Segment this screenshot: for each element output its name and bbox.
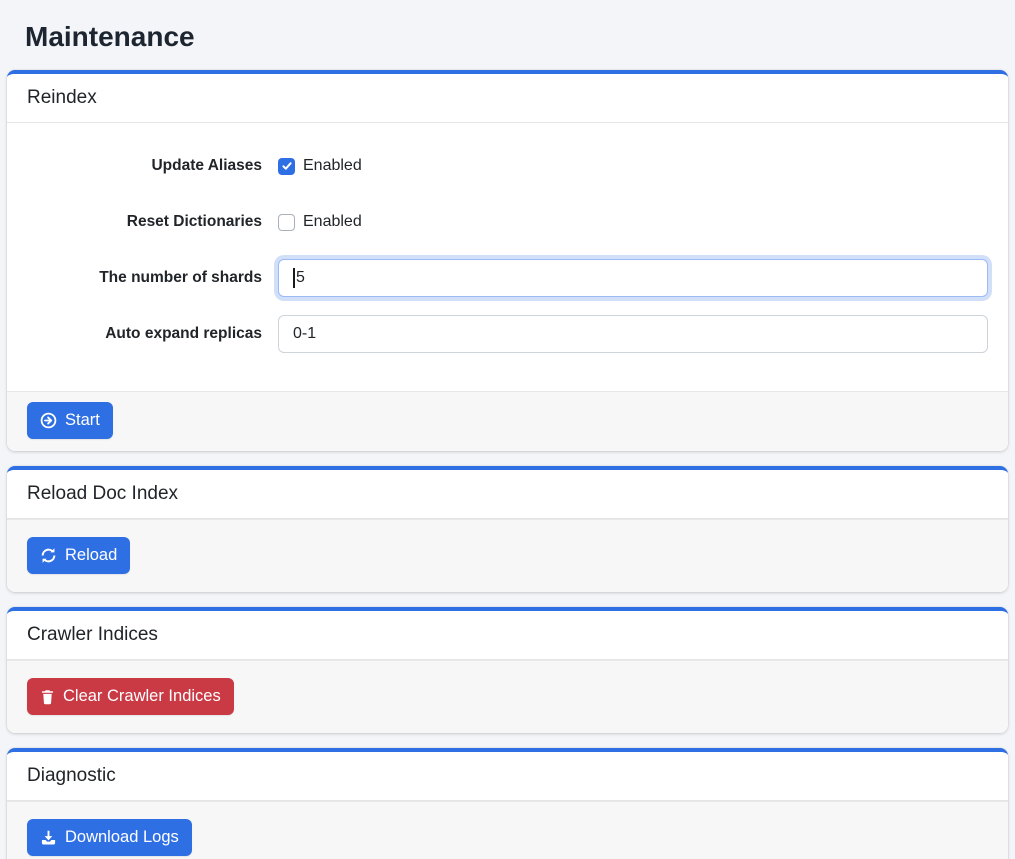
number-of-shards-label: The number of shards — [27, 269, 262, 287]
crawler-indices-card-header: Crawler Indices — [7, 611, 1008, 660]
update-aliases-check-cell: Enabled — [278, 157, 988, 175]
diagnostic-card: Diagnostic Download Logs — [7, 748, 1008, 859]
reindex-card-footer: Start — [7, 391, 1008, 451]
start-button-label: Start — [65, 411, 100, 430]
page-title: Maintenance — [25, 20, 990, 54]
start-button[interactable]: Start — [27, 402, 113, 439]
number-of-shards-row: The number of shards — [27, 259, 988, 297]
clear-crawler-indices-button-label: Clear Crawler Indices — [63, 687, 221, 706]
text-caret — [293, 268, 295, 288]
update-aliases-row: Update Aliases Enabled — [27, 147, 988, 185]
update-aliases-checkbox-label[interactable]: Enabled — [303, 157, 362, 175]
reset-dictionaries-row: Reset Dictionaries Enabled — [27, 203, 988, 241]
reindex-card-header: Reindex — [7, 74, 1008, 123]
auto-expand-replicas-input[interactable] — [278, 315, 988, 353]
content-header: Maintenance — [0, 0, 1015, 70]
number-of-shards-input[interactable] — [278, 259, 988, 297]
reload-doc-index-card-header: Reload Doc Index — [7, 470, 1008, 519]
reload-doc-index-card-footer: Reload — [7, 519, 1008, 592]
clear-crawler-indices-button[interactable]: Clear Crawler Indices — [27, 678, 234, 715]
reset-dictionaries-label: Reset Dictionaries — [27, 213, 262, 231]
sync-icon — [40, 547, 57, 564]
auto-expand-replicas-label: Auto expand replicas — [27, 325, 262, 343]
diagnostic-card-header: Diagnostic — [7, 752, 1008, 801]
auto-expand-replicas-row: Auto expand replicas — [27, 315, 988, 353]
update-aliases-checkbox[interactable] — [278, 158, 295, 175]
reset-dictionaries-checkbox-label[interactable]: Enabled — [303, 213, 362, 231]
number-of-shards-input-wrap — [278, 259, 988, 297]
reindex-card: Reindex Update Aliases Enabled Reset Dic… — [7, 70, 1008, 451]
download-icon — [40, 829, 57, 846]
reload-button-label: Reload — [65, 546, 117, 565]
crawler-indices-card-footer: Clear Crawler Indices — [7, 660, 1008, 733]
checkmark-icon — [281, 160, 293, 172]
trash-icon — [40, 689, 55, 705]
reload-doc-index-card: Reload Doc Index Reload — [7, 466, 1008, 592]
arrow-circle-right-icon — [40, 412, 57, 429]
download-logs-button[interactable]: Download Logs — [27, 819, 192, 856]
download-logs-button-label: Download Logs — [65, 828, 179, 847]
reindex-card-body: Update Aliases Enabled Reset Dictionarie… — [7, 123, 1008, 391]
diagnostic-card-footer: Download Logs — [7, 801, 1008, 859]
reload-button[interactable]: Reload — [27, 537, 130, 574]
reset-dictionaries-check-cell: Enabled — [278, 213, 988, 231]
update-aliases-label: Update Aliases — [27, 157, 262, 175]
crawler-indices-card: Crawler Indices Clear Crawler Indices — [7, 607, 1008, 733]
auto-expand-replicas-input-wrap — [278, 315, 988, 353]
reset-dictionaries-checkbox[interactable] — [278, 214, 295, 231]
